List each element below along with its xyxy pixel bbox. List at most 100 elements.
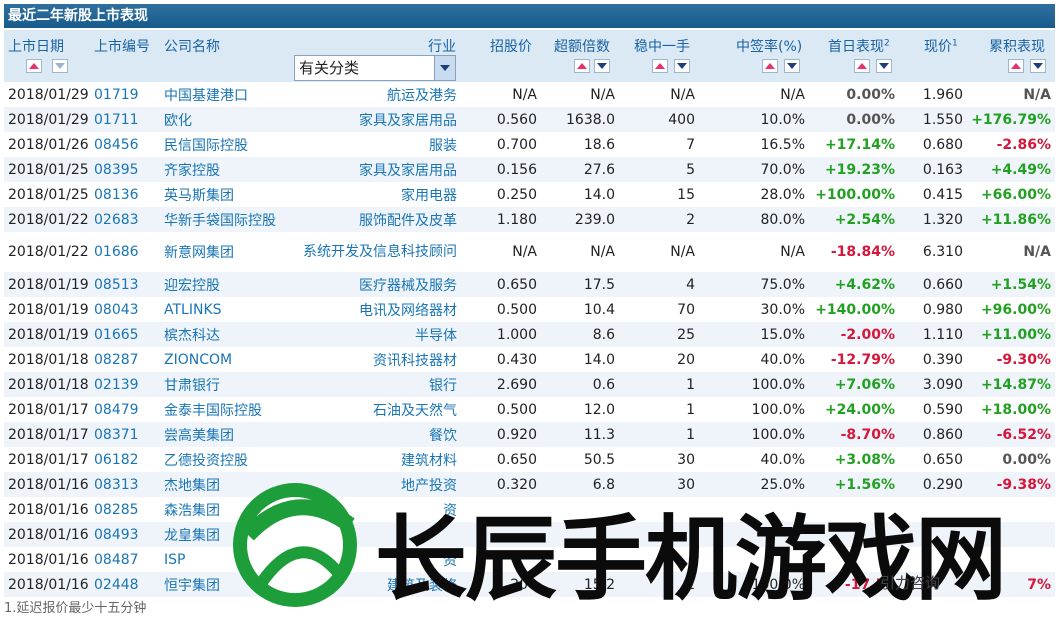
cell-name-link[interactable]: 乙德投资控股	[164, 447, 248, 472]
cell-industry-link[interactable]: 石油及天然气	[373, 397, 457, 422]
cell-industry-link[interactable]: 系统开发及信息科技顾问	[297, 232, 457, 272]
sort-rate-asc-button[interactable]	[762, 59, 778, 73]
cell-lot: 2	[686, 211, 695, 228]
cell-code-link[interactable]: 08371	[94, 422, 139, 447]
cell-name-link[interactable]: 森浩集团	[164, 497, 220, 522]
cell-industry-link[interactable]: 家具及家居用品	[359, 107, 457, 132]
table-title: 最近二年新股上市表现	[4, 4, 1055, 28]
cell-industry-link[interactable]: 地产投资	[401, 472, 457, 497]
sort-oversub-desc-button[interactable]	[594, 59, 610, 73]
sort-lot-asc-button[interactable]	[652, 59, 668, 73]
cell-code-link[interactable]: 01665	[94, 322, 139, 347]
cell-price: N/A	[512, 244, 537, 260]
cell-name-link[interactable]: 华新手袋国际控股	[164, 207, 276, 232]
cell-code-link[interactable]: 08136	[94, 182, 139, 207]
cell-code-link[interactable]: 01711	[94, 107, 139, 132]
header-current[interactable]: 现价1	[924, 36, 958, 56]
chevron-down-icon[interactable]	[434, 56, 455, 80]
header-first-day-label: 首日表现	[828, 39, 884, 55]
cell-industry-link[interactable]: 建筑材料	[401, 447, 457, 472]
header-code[interactable]: 上市编号	[94, 36, 150, 56]
sort-rate-desc-button[interactable]	[784, 59, 800, 73]
cell-name-link[interactable]: 恒宇集团	[164, 572, 220, 597]
cell-name-link[interactable]: 龙皇集团	[164, 522, 220, 547]
cell-first-day: 0.00%	[846, 111, 895, 128]
cell-code-link[interactable]: 08287	[94, 347, 139, 372]
cell-name-link[interactable]: 民信国际控股	[164, 132, 248, 157]
sort-first-asc-button[interactable]	[854, 59, 870, 73]
header-price[interactable]: 招股价	[490, 36, 532, 56]
header-lot[interactable]: 稳中一手	[634, 36, 690, 56]
cell-industry-link[interactable]: 资	[443, 547, 457, 572]
cell-first-day: +100.00%	[815, 186, 895, 203]
cell-code-link[interactable]: 02448	[94, 572, 139, 597]
header-first-day[interactable]: 首日表现2	[828, 36, 890, 56]
header-industry[interactable]: 行业	[428, 36, 456, 56]
cell-name-link[interactable]: 迎宏控股	[164, 272, 220, 297]
header-date[interactable]: 上市日期	[8, 36, 64, 56]
sort-cum-desc-button[interactable]	[1030, 59, 1046, 73]
cell-code-link[interactable]: 08513	[94, 272, 139, 297]
cell-code-link[interactable]: 02139	[94, 372, 139, 397]
cell-code-link[interactable]: 08395	[94, 157, 139, 182]
sort-up-icon	[765, 63, 775, 69]
cell-code-link[interactable]: 02683	[94, 207, 139, 232]
cell-oversub: 11.3	[583, 426, 615, 443]
cell-code-link[interactable]: 08456	[94, 132, 139, 157]
cell-code-link[interactable]: 08487	[94, 547, 139, 572]
cell-industry-link[interactable]: 家用电器	[401, 182, 457, 207]
sort-date-desc-button[interactable]	[52, 59, 68, 73]
cell-price: 0.500	[496, 301, 537, 318]
cell-name-link[interactable]: 欧化	[164, 107, 192, 132]
header-name[interactable]: 公司名称	[164, 36, 220, 56]
header-rate[interactable]: 中签率(%)	[736, 36, 802, 56]
sort-lot-desc-button[interactable]	[674, 59, 690, 73]
cell-code-link[interactable]: 08043	[94, 297, 139, 322]
cell-name-link[interactable]: 尝高美集团	[164, 422, 234, 447]
table-row: 2018/01/25 08136 英马斯集团 家用电器 0.250 14.0 15 28.0%…	[4, 182, 1055, 207]
cell-code-link[interactable]: 06182	[94, 447, 139, 472]
sort-cum-asc-button[interactable]	[1008, 59, 1024, 73]
cell-name-link[interactable]: 英马斯集团	[164, 182, 234, 207]
cell-code-link[interactable]: 08313	[94, 472, 139, 497]
cell-industry-link[interactable]: 资	[443, 497, 457, 522]
cell-industry-link[interactable]: 银行	[429, 372, 457, 397]
cell-industry-link[interactable]: 建筑及装修	[387, 572, 457, 597]
industry-filter-select[interactable]: 有关分类	[294, 55, 456, 81]
header-oversub[interactable]: 超额倍数	[554, 36, 610, 56]
cell-name-link[interactable]: ATLINKS	[164, 297, 222, 322]
cell-name-link[interactable]: 齐家控股	[164, 157, 220, 182]
cell-code-link[interactable]: 01719	[94, 82, 139, 107]
header-cumulative[interactable]: 累积表现	[989, 36, 1045, 56]
cell-lot: 1	[686, 376, 695, 393]
cell-industry-link[interactable]: 航运及港务	[387, 82, 457, 107]
cell-industry-link[interactable]: 服饰配件及皮革	[359, 207, 457, 232]
cell-industry-link[interactable]: 家具及家居用品	[359, 157, 457, 182]
cell-name-link[interactable]: 杰地集团	[164, 472, 220, 497]
cell-oversub: N/A	[590, 244, 615, 260]
cell-first-day: +24.00%	[824, 401, 895, 418]
cell-industry-link[interactable]: 资讯科技器材	[373, 347, 457, 372]
cell-date: 2018/01/19	[8, 276, 89, 293]
cell-date: 2018/01/17	[8, 401, 89, 418]
cell-industry-link[interactable]: 电讯及网络器材	[359, 297, 457, 322]
cell-code-link[interactable]: 08493	[94, 522, 139, 547]
cell-name-link[interactable]: 新意网集团	[164, 232, 234, 272]
cell-code-link[interactable]: 01686	[94, 232, 139, 272]
sort-first-desc-button[interactable]	[876, 59, 892, 73]
cell-name-link[interactable]: 金泰丰国际控股	[164, 397, 262, 422]
cell-name-link[interactable]: 甘肃银行	[164, 372, 220, 397]
cell-name-link[interactable]: 中国基建港口	[164, 82, 248, 107]
cell-industry-link[interactable]: 服装	[429, 132, 457, 157]
cell-industry-link[interactable]: 半导体	[415, 322, 457, 347]
cell-industry-link[interactable]: 餐饮	[429, 422, 457, 447]
cell-code-link[interactable]: 08479	[94, 397, 139, 422]
sort-date-asc-button[interactable]	[26, 59, 42, 73]
sort-oversub-asc-button[interactable]	[574, 59, 590, 73]
cell-industry-link[interactable]: 医疗器械及服务	[359, 272, 457, 297]
cell-name-link[interactable]: 槟杰科达	[164, 322, 220, 347]
cell-name-link[interactable]: ZIONCOM	[164, 347, 232, 372]
cell-name-link[interactable]: ISP	[164, 547, 185, 572]
cell-code-link[interactable]: 08285	[94, 497, 139, 522]
table-row: 2018/01/26 08456 民信国际控股 服装 0.700 18.6 7 16.5% +1…	[4, 132, 1055, 157]
